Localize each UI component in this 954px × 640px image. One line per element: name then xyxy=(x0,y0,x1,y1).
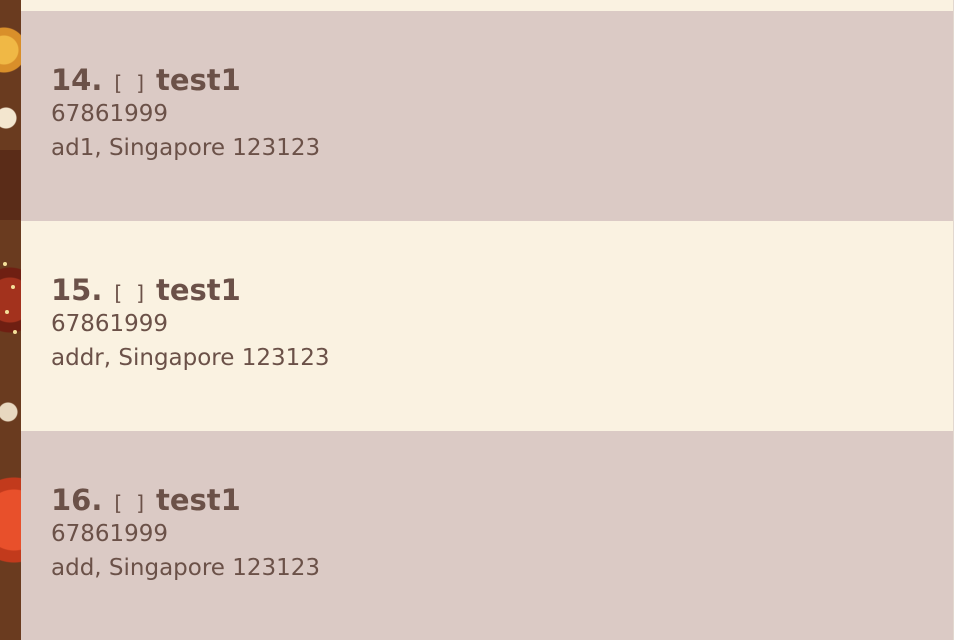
tag-open-bracket: [ xyxy=(114,491,123,515)
person-card[interactable]: 14. [ ] test1 67861999 ad1, Singapore 12… xyxy=(21,11,953,221)
food-background-image xyxy=(0,0,21,640)
person-phone: 67861999 xyxy=(51,521,169,547)
person-index: 16. xyxy=(51,483,103,517)
person-index: 14. xyxy=(51,63,103,97)
tag-close-bracket: ] xyxy=(136,71,144,95)
person-tag-brackets: [ ] xyxy=(114,491,144,515)
tag-open-bracket: [ xyxy=(114,281,123,305)
person-address: add, Singapore 123123 xyxy=(51,555,321,581)
person-index: 15. xyxy=(51,273,103,307)
person-phone: 67861999 xyxy=(51,101,169,127)
person-phone: 67861999 xyxy=(51,311,169,337)
person-name: test1 xyxy=(156,63,241,97)
person-title: 14. [ ] test1 xyxy=(51,63,923,97)
person-name: test1 xyxy=(156,273,241,307)
person-title: 16. [ ] test1 xyxy=(51,483,923,517)
person-card[interactable]: 15. [ ] test1 67861999 addr, Singapore 1… xyxy=(21,221,953,431)
person-tag-brackets: [ ] xyxy=(114,71,144,95)
person-address: ad1, Singapore 123123 xyxy=(51,135,321,161)
person-name: test1 xyxy=(156,483,241,517)
tag-open-bracket: [ xyxy=(114,71,123,95)
person-address: addr, Singapore 123123 xyxy=(51,345,330,371)
person-card[interactable]: 16. [ ] test1 67861999 add, Singapore 12… xyxy=(21,431,953,640)
person-tag-brackets: [ ] xyxy=(114,281,144,305)
person-title: 15. [ ] test1 xyxy=(51,273,923,307)
tag-close-bracket: ] xyxy=(136,281,144,305)
previous-card-edge xyxy=(21,0,953,11)
tag-close-bracket: ] xyxy=(136,491,144,515)
person-list[interactable]: 14. [ ] test1 67861999 ad1, Singapore 12… xyxy=(21,0,954,640)
